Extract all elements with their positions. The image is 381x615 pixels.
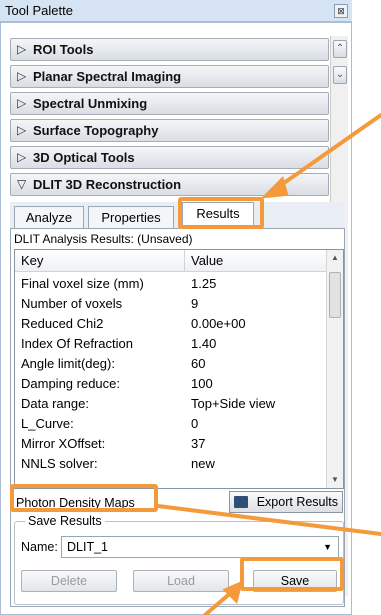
accordion-label: Planar Spectral Imaging: [33, 69, 182, 84]
row-value: 1.25: [191, 276, 217, 291]
table-row: Final voxel size (mm) 1.25: [15, 274, 325, 294]
window-title: Tool Palette: [5, 3, 73, 18]
dlit-tab-area: Analyze Properties Results DLIT Analysis…: [10, 202, 345, 607]
row-key: Damping reduce:: [21, 376, 120, 391]
accordion-roi-tools[interactable]: ▷ ROI Tools: [10, 38, 329, 61]
results-title: DLIT Analysis Results: (Unsaved): [14, 232, 193, 246]
save-results-title: Save Results: [25, 514, 105, 528]
row-value: 37: [191, 436, 206, 451]
scroll-up-icon[interactable]: ⌃: [333, 40, 347, 58]
export-results-button[interactable]: Export Results: [229, 491, 343, 513]
scroll-up-arrow-icon[interactable]: ▲: [327, 250, 343, 266]
row-value: 60: [191, 356, 206, 371]
row-value: 100: [191, 376, 213, 391]
row-value: Top+Side view: [191, 396, 276, 411]
row-key: Number of voxels: [21, 296, 123, 311]
accordion-label: 3D Optical Tools: [33, 150, 135, 165]
chevron-down-icon[interactable]: ▼: [323, 542, 332, 552]
name-label: Name:: [21, 540, 58, 554]
row-value: 0: [191, 416, 199, 431]
accordion-label: Surface Topography: [33, 123, 159, 138]
expand-triangle-icon: ▷: [17, 69, 27, 83]
scrollbar-thumb[interactable]: [329, 272, 341, 318]
table-row: NNLS solver: new: [15, 454, 325, 474]
expand-triangle-icon: ▷: [17, 123, 27, 137]
accordion-planar-spectral-imaging[interactable]: ▷ Planar Spectral Imaging: [10, 65, 329, 88]
tool-palette-window: Tool Palette ⊠ ▷ ROI Tools ▷ Planar Spec…: [0, 0, 352, 615]
results-table: Key Value Final voxel size (mm) 1.25 Numb…: [14, 249, 344, 489]
name-value: DLIT_1: [67, 540, 108, 554]
table-row: Data range: Top+Side view: [15, 394, 325, 414]
table-row: Mirror XOffset: 37: [15, 434, 325, 454]
row-value: new: [191, 456, 215, 471]
table-row: Damping reduce: 100: [15, 374, 325, 394]
tab-analyze[interactable]: Analyze: [14, 206, 84, 228]
column-header-value[interactable]: Value: [185, 250, 328, 272]
accordion-surface-topography[interactable]: ▷ Surface Topography: [10, 119, 329, 142]
table-row: Angle limit(deg): 60: [15, 354, 325, 374]
row-key: L_Curve:: [21, 416, 74, 431]
row-key: Data range:: [21, 396, 89, 411]
row-value: 9: [191, 296, 199, 311]
delete-button[interactable]: Delete: [21, 570, 117, 592]
table-scrollbar[interactable]: ▲ ▼: [326, 250, 343, 488]
save-results-group: Save Results Name: DLIT_1 ▼ Delete Load …: [14, 514, 344, 605]
accordion-3d-optical-tools[interactable]: ▷ 3D Optical Tools: [10, 146, 329, 169]
title-bar: Tool Palette ⊠: [0, 0, 352, 22]
close-icon[interactable]: ⊠: [334, 4, 348, 18]
results-rows: Final voxel size (mm) 1.25 Number of voxe…: [15, 274, 325, 474]
table-row: Reduced Chi2 0.00e+00: [15, 314, 325, 334]
row-key: Final voxel size (mm): [21, 276, 144, 291]
accordion-spectral-unmixing[interactable]: ▷ Spectral Unmixing: [10, 92, 329, 115]
save-button[interactable]: Save: [253, 570, 337, 592]
column-header-key[interactable]: Key: [15, 250, 185, 272]
save-disk-icon: [234, 496, 248, 508]
accordion-dlit-3d-reconstruction[interactable]: ▽ DLIT 3D Reconstruction: [10, 173, 329, 196]
row-key: Mirror XOffset:: [21, 436, 106, 451]
row-value: 0.00e+00: [191, 316, 246, 331]
row-key: Index Of Refraction: [21, 336, 133, 351]
row-value: 1.40: [191, 336, 217, 351]
export-results-label: Export Results: [256, 495, 338, 509]
accordion-label: ROI Tools: [33, 42, 94, 57]
name-combobox[interactable]: DLIT_1 ▼: [61, 536, 339, 558]
results-pane: DLIT Analysis Results: (Unsaved) Key Val…: [10, 228, 345, 607]
row-key: Angle limit(deg):: [21, 356, 115, 371]
row-key: NNLS solver:: [21, 456, 98, 471]
accordion-label: Spectral Unmixing: [33, 96, 148, 111]
expand-triangle-icon: ▷: [17, 96, 27, 110]
table-row: Index Of Refraction 1.40: [15, 334, 325, 354]
expand-triangle-icon: ▷: [17, 150, 27, 164]
accordion-label: DLIT 3D Reconstruction: [33, 177, 182, 192]
table-row: L_Curve: 0: [15, 414, 325, 434]
scroll-down-icon[interactable]: ⌄: [333, 66, 347, 84]
tab-results[interactable]: Results: [182, 202, 254, 228]
row-key: Reduced Chi2: [21, 316, 104, 331]
tab-properties[interactable]: Properties: [88, 206, 174, 228]
expand-triangle-icon: ▷: [17, 42, 27, 56]
collapse-triangle-icon: ▽: [17, 177, 27, 191]
table-row: Number of voxels 9: [15, 294, 325, 314]
scroll-down-arrow-icon[interactable]: ▼: [327, 472, 343, 488]
load-button[interactable]: Load: [133, 570, 229, 592]
